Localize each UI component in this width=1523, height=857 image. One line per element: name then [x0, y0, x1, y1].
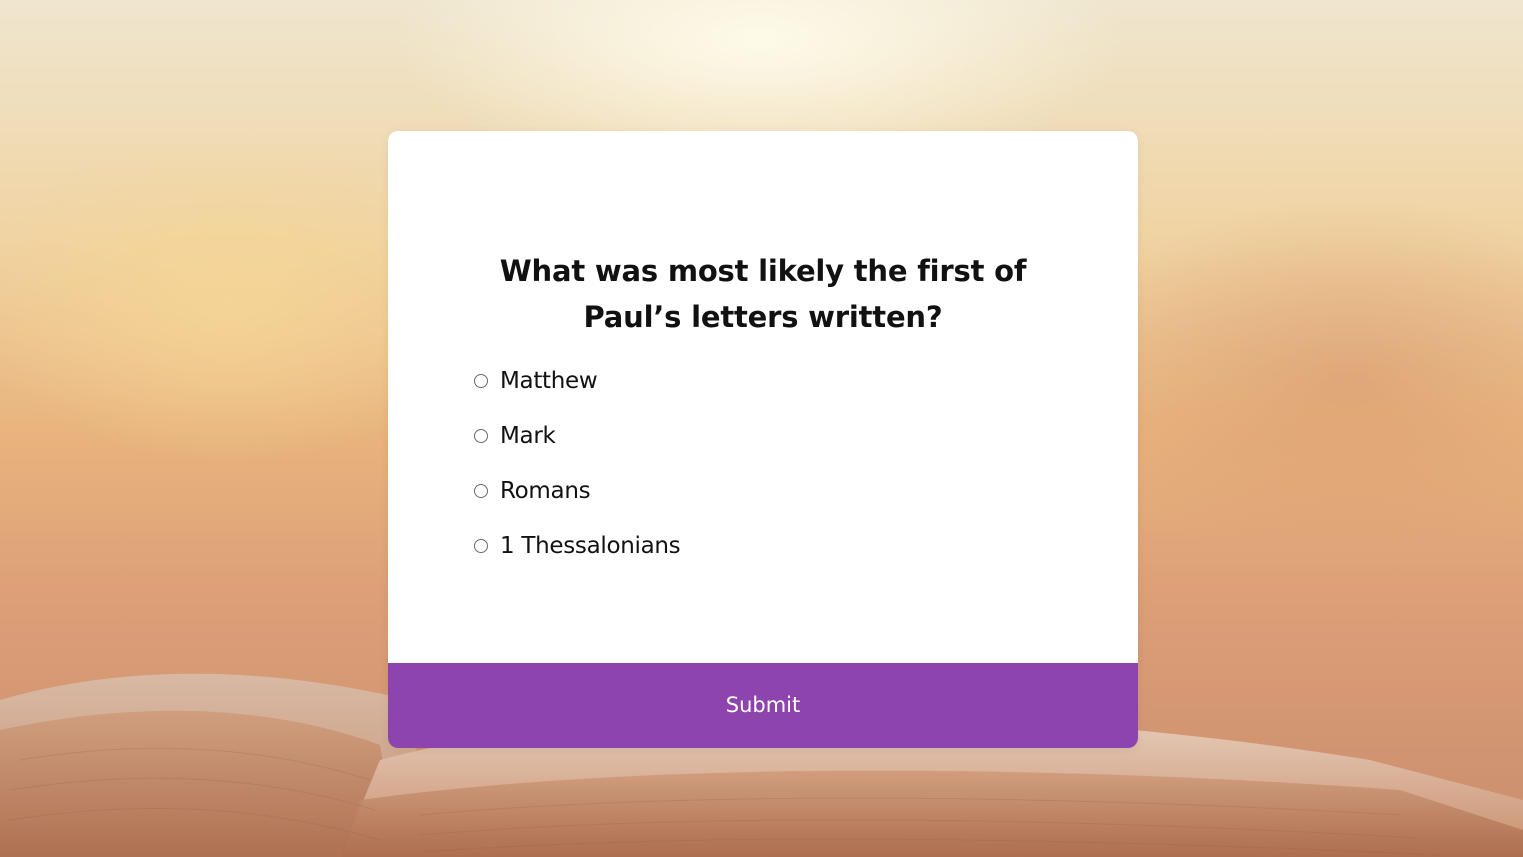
option-romans[interactable]: Romans	[474, 468, 680, 514]
option-label: Mark	[500, 423, 556, 449]
option-1-thessalonians[interactable]: 1 Thessalonians	[474, 523, 681, 569]
option-mark[interactable]: Mark	[474, 413, 680, 459]
option-label: 1 Thessalonians	[500, 533, 681, 559]
radio-button[interactable]	[474, 539, 488, 553]
radio-button[interactable]	[474, 484, 488, 498]
submit-button[interactable]: Submit	[388, 663, 1138, 748]
option-label: Romans	[500, 478, 591, 504]
quiz-card: What was most likely the first of Paul’s…	[388, 131, 1138, 748]
question-line-1: What was most likely the first of	[499, 254, 1027, 289]
question-line-2: Paul’s letters written?	[583, 300, 943, 335]
question-heading: What was most likely the first of Paul’s…	[388, 248, 1138, 340]
answer-options: Matthew Mark Romans 1 Thessalonians	[474, 358, 681, 578]
radio-button[interactable]	[474, 429, 488, 443]
option-label: Matthew	[500, 368, 598, 394]
option-matthew[interactable]: Matthew	[474, 358, 680, 404]
radio-button[interactable]	[474, 374, 488, 388]
